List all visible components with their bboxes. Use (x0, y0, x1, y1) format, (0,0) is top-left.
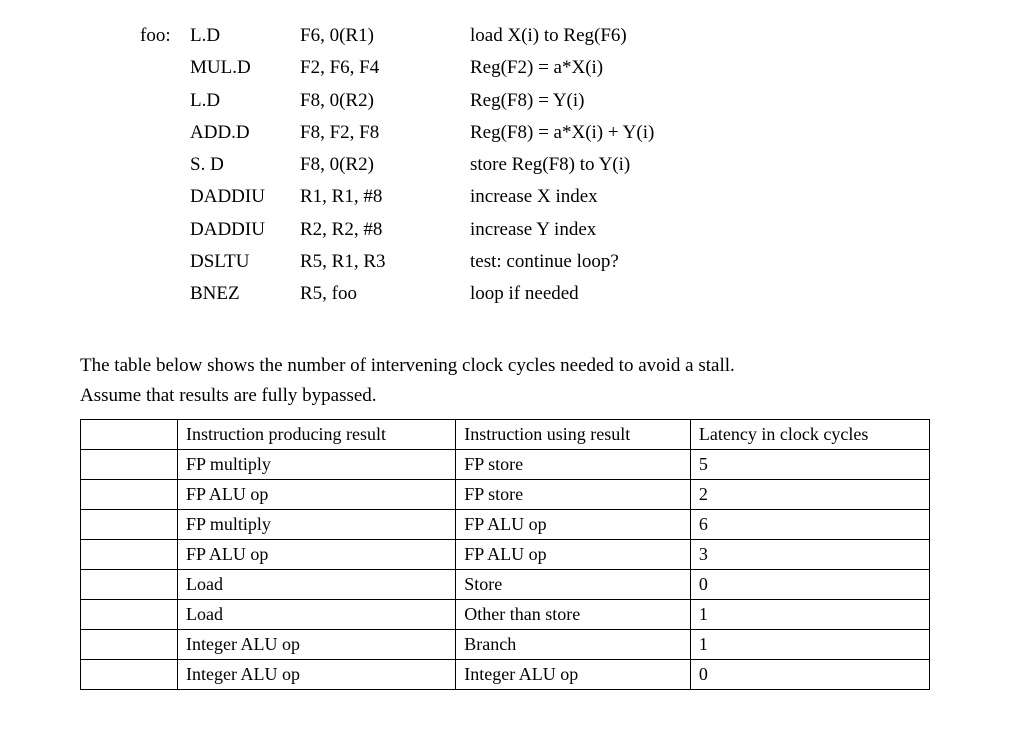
cell-using: Integer ALU op (456, 660, 691, 690)
cell-producing: Load (178, 600, 456, 630)
assembly-listing: foo: L.D F6, 0(R1) load X(i) to Reg(F6) … (140, 20, 930, 311)
cell-latency: 0 (690, 660, 929, 690)
code-args: F8, 0(R2) (300, 85, 470, 117)
code-comment: loop if needed (470, 278, 930, 310)
code-row: DSLTU R5, R1, R3 test: continue loop? (140, 246, 930, 278)
code-args: F2, F6, F4 (300, 52, 470, 84)
code-comment: test: continue loop? (470, 246, 930, 278)
table-intro: The table below shows the number of inte… (80, 351, 930, 412)
code-args: F8, 0(R2) (300, 149, 470, 181)
table-header-row: Instruction producing result Instruction… (81, 420, 930, 450)
latency-table: Instruction producing result Instruction… (80, 419, 930, 690)
intro-line2: Assume that results are fully bypassed. (80, 385, 377, 406)
code-comment: store Reg(F8) to Y(i) (470, 149, 930, 181)
intro-line1: The table below shows the number of inte… (80, 355, 735, 376)
cell-latency: 3 (690, 540, 929, 570)
table-spacer (81, 570, 178, 600)
code-row: DADDIU R1, R1, #8 increase X index (140, 181, 930, 213)
cell-using: Other than store (456, 600, 691, 630)
code-op: L.D (190, 20, 300, 52)
cell-using: Store (456, 570, 691, 600)
code-op: S. D (190, 149, 300, 181)
table-spacer (81, 630, 178, 660)
code-comment: Reg(F2) = a*X(i) (470, 52, 930, 84)
cell-using: FP store (456, 450, 691, 480)
code-op: DSLTU (190, 246, 300, 278)
cell-latency: 1 (690, 630, 929, 660)
code-comment: Reg(F8) = Y(i) (470, 85, 930, 117)
code-label (140, 149, 190, 181)
code-args: R5, foo (300, 278, 470, 310)
code-row: BNEZ R5, foo loop if needed (140, 278, 930, 310)
code-row: L.D F8, 0(R2) Reg(F8) = Y(i) (140, 85, 930, 117)
code-label (140, 52, 190, 84)
table-spacer (81, 540, 178, 570)
cell-using: FP store (456, 480, 691, 510)
code-row: MUL.D F2, F6, F4 Reg(F2) = a*X(i) (140, 52, 930, 84)
cell-latency: 0 (690, 570, 929, 600)
code-op: BNEZ (190, 278, 300, 310)
header-latency: Latency in clock cycles (690, 420, 929, 450)
table-spacer (81, 600, 178, 630)
table-row: Integer ALU op Integer ALU op 0 (81, 660, 930, 690)
code-op: MUL.D (190, 52, 300, 84)
table-row: Integer ALU op Branch 1 (81, 630, 930, 660)
code-label (140, 85, 190, 117)
cell-latency: 5 (690, 450, 929, 480)
code-comment: increase Y index (470, 214, 930, 246)
code-op: DADDIU (190, 181, 300, 213)
table-spacer (81, 480, 178, 510)
code-args: R2, R2, #8 (300, 214, 470, 246)
table-row: FP ALU op FP store 2 (81, 480, 930, 510)
header-using: Instruction using result (456, 420, 691, 450)
header-producing: Instruction producing result (178, 420, 456, 450)
cell-producing: FP ALU op (178, 480, 456, 510)
code-label (140, 214, 190, 246)
code-row: ADD.D F8, F2, F8 Reg(F8) = a*X(i) + Y(i) (140, 117, 930, 149)
cell-producing: Integer ALU op (178, 660, 456, 690)
code-label: foo: (140, 20, 190, 52)
cell-using: FP ALU op (456, 510, 691, 540)
table-spacer (81, 660, 178, 690)
code-comment: increase X index (470, 181, 930, 213)
cell-producing: Load (178, 570, 456, 600)
code-label (140, 278, 190, 310)
code-row: S. D F8, 0(R2) store Reg(F8) to Y(i) (140, 149, 930, 181)
cell-producing: FP multiply (178, 510, 456, 540)
cell-producing: FP multiply (178, 450, 456, 480)
table-spacer (81, 420, 178, 450)
cell-producing: FP ALU op (178, 540, 456, 570)
code-comment: Reg(F8) = a*X(i) + Y(i) (470, 117, 930, 149)
code-row: DADDIU R2, R2, #8 increase Y index (140, 214, 930, 246)
code-label (140, 181, 190, 213)
cell-latency: 6 (690, 510, 929, 540)
cell-latency: 1 (690, 600, 929, 630)
table-spacer (81, 450, 178, 480)
cell-latency: 2 (690, 480, 929, 510)
code-args: F6, 0(R1) (300, 20, 470, 52)
table-row: FP multiply FP ALU op 6 (81, 510, 930, 540)
code-args: R5, R1, R3 (300, 246, 470, 278)
code-op: L.D (190, 85, 300, 117)
table-row: FP multiply FP store 5 (81, 450, 930, 480)
table-row: FP ALU op FP ALU op 3 (81, 540, 930, 570)
code-args: F8, F2, F8 (300, 117, 470, 149)
code-op: ADD.D (190, 117, 300, 149)
table-row: Load Store 0 (81, 570, 930, 600)
code-op: DADDIU (190, 214, 300, 246)
table-spacer (81, 510, 178, 540)
cell-using: Branch (456, 630, 691, 660)
cell-using: FP ALU op (456, 540, 691, 570)
code-label (140, 246, 190, 278)
table-row: Load Other than store 1 (81, 600, 930, 630)
code-args: R1, R1, #8 (300, 181, 470, 213)
code-label (140, 117, 190, 149)
cell-producing: Integer ALU op (178, 630, 456, 660)
code-row: foo: L.D F6, 0(R1) load X(i) to Reg(F6) (140, 20, 930, 52)
code-comment: load X(i) to Reg(F6) (470, 20, 930, 52)
